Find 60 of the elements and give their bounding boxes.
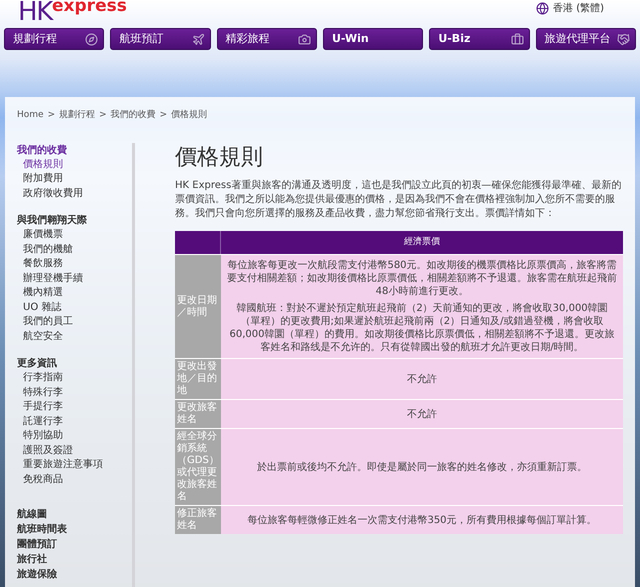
row-label: 修正旅客姓名 (175, 506, 221, 534)
sidebar-item[interactable]: 特別協助 (17, 429, 132, 444)
sidebar-item[interactable]: 餐飲服務 (17, 257, 132, 272)
sidebar-item[interactable]: 手提行李 (17, 400, 132, 414)
nav-tab[interactable]: 規劃行程 (4, 28, 104, 50)
cell-paragraph: 不允許 (407, 408, 437, 420)
sidebar-item[interactable]: 託運行李 (17, 414, 132, 429)
camera-icon (298, 32, 311, 46)
sidebar-item[interactable]: 護照及簽證 (17, 444, 132, 458)
breadcrumb-link[interactable]: 我們的收費 (110, 109, 156, 122)
cell-paragraph: 每位旅客每更改一次航段需支付港幣580元。如改期後的機票價格比原票價高，旅客將需要支付相關差額；如改期後價格比原票價低，相關差額將不予退還。旅客需在航班起飛前48小時前進行更改。 (227, 259, 617, 298)
cell-paragraph: 韓國航班：對於不遲於預定航班起飛前（2）天前通知的更改，將會收取30,000韓圜（單程）的更改費用;如果遲於航班起飛前兩（2）日通知及/或錯過登機，將會收取60,000韓圜（單程）的費用。如改期後價格比原票價低，相關差額將不予退還。更改旅客姓名和路线是不允许的。只有從韓國出發的航班才允許更改日期/時間。 (228, 302, 616, 354)
cell-paragraph: 不允許 (407, 372, 437, 386)
sidebar-item[interactable]: 航空安全 (17, 330, 132, 344)
sidebar-link[interactable]: 旅遊保險 (17, 567, 132, 582)
sidebar-link[interactable]: 航班時間表 (17, 522, 132, 537)
breadcrumb-separator: > (48, 109, 56, 122)
briefcase-icon (510, 32, 524, 46)
cell-paragraph: 每位旅客每輕微修正姓名一次需支付港幣350元，所有費用根據每個訂單計算。 (247, 514, 597, 526)
nav-tab[interactable]: 航班預訂 (110, 28, 211, 50)
row-label: 經全球分銷系統（GDS）或代理更改旅客姓名 (175, 429, 221, 505)
sidebar-item[interactable]: 附加費用 (17, 172, 132, 186)
sidebar-heading[interactable]: 與我們翱翔天際 (17, 213, 132, 228)
nav-tab[interactable]: 精彩旅程 (216, 28, 317, 50)
row-label: 更改日期／時間 (175, 255, 221, 358)
breadcrumb-link[interactable]: Home (17, 109, 44, 122)
sidebar-item[interactable]: 辦理登機手續 (17, 272, 132, 286)
sidebar-item[interactable]: 我們的機艙 (17, 242, 132, 257)
plane-icon (192, 32, 205, 46)
nav-tab[interactable]: 旅遊代理平台 (536, 28, 636, 50)
sidebar-item[interactable]: 機內精選 (17, 286, 132, 300)
sidebar-item[interactable]: 我們的員工 (17, 315, 132, 330)
sidebar-item[interactable]: 重要旅遊注意事項 (17, 458, 132, 472)
sidebar-link[interactable]: 航線圖 (17, 507, 132, 522)
globe-icon (536, 2, 550, 15)
sidebar-item[interactable]: 免稅商品 (17, 472, 132, 487)
compass-icon (85, 32, 98, 46)
breadcrumb-separator: > (99, 109, 107, 122)
sidebar-heading[interactable]: 我們的收費 (17, 142, 132, 158)
cell-paragraph: 於出票前或後均不允許。即使是屬於同一旅客的姓名修改，亦須重新訂票。 (257, 460, 587, 474)
breadcrumb-separator: > (160, 109, 168, 122)
language-link[interactable]: 香港 (繁體) (553, 1, 604, 16)
sidebar-item[interactable]: 政府徵收費用 (17, 186, 132, 201)
nav-tab[interactable]: U-Biz (429, 28, 530, 50)
sidebar-item[interactable]: 價格規則 (17, 158, 132, 172)
nav-tab[interactable]: U-Win (322, 28, 424, 50)
handshake-icon (616, 32, 630, 46)
sidebar-link[interactable]: 旅行社 (17, 552, 132, 567)
column-header: 經濟票價 (403, 236, 441, 248)
row-label: 更改出發地／目的地 (175, 359, 221, 399)
sidebar-item[interactable]: UO 雜誌 (17, 300, 132, 315)
sidebar-item[interactable]: 特殊行李 (17, 386, 132, 400)
breadcrumb-link[interactable]: 規劃行程 (59, 109, 96, 122)
sidebar-item[interactable]: 廉價機票 (17, 228, 132, 242)
row-label: 更改旅客姓名 (175, 400, 221, 428)
page-title: 價格規則 (175, 146, 264, 168)
sidebar-link[interactable]: 團體預訂 (17, 537, 132, 552)
sidebar-item[interactable]: 行李指南 (17, 371, 132, 386)
sidebar-heading[interactable]: 更多資訊 (17, 356, 132, 371)
intro-paragraph: HK Express著重與旅客的溝通及透明度，這也是我們設立此頁的初衷—確保您能獲得最準確、最新的票價資訊。我們之所以能為您提供最優惠的價格，是因為我們不會在價格裡強制加入您所不需要的服務。我們只會向您所選擇的服務及產品收費，盡力幫您節省飛行支出。票價詳情如下： (175, 178, 622, 220)
